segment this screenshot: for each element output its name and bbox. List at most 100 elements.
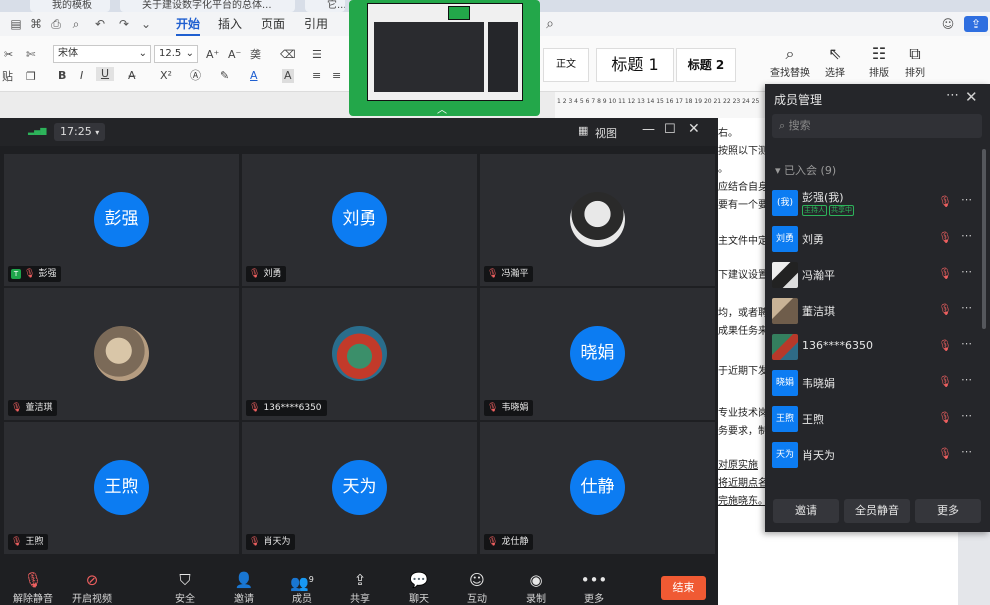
video-tile[interactable]: 🎙 冯瀚平 bbox=[480, 154, 715, 286]
maximize-icon[interactable]: ☐ bbox=[664, 122, 676, 137]
char-shading-icon[interactable]: A bbox=[282, 69, 294, 83]
video-tile[interactable]: 🎙 136****6350 bbox=[242, 288, 477, 420]
video-tile[interactable]: 王煦 🎙 王煦 bbox=[4, 422, 239, 554]
paste-button[interactable]: 贴 bbox=[2, 70, 13, 84]
member-row[interactable]: 董洁琪 🎙 ⋯ bbox=[765, 294, 983, 328]
collapse-chevron-icon[interactable]: ︿ bbox=[437, 101, 447, 116]
mic-muted-icon[interactable]: 🎙 bbox=[938, 303, 952, 316]
mic-muted-icon[interactable]: 🎙 bbox=[938, 195, 952, 208]
bullet-list-icon[interactable]: ☰ bbox=[312, 48, 322, 62]
style-heading2[interactable]: 标题 2 bbox=[676, 48, 736, 82]
member-row[interactable]: 刘勇 刘勇 🎙 ⋯ bbox=[765, 222, 983, 256]
unmute-button[interactable]: 🎙 解除静音 bbox=[8, 570, 58, 605]
font-color-icon[interactable]: A bbox=[250, 69, 258, 83]
more-dots-icon[interactable]: ⋯ bbox=[961, 409, 972, 422]
menu-home[interactable]: 开始 bbox=[176, 16, 201, 36]
menu-page[interactable]: 页面 bbox=[261, 16, 285, 32]
record-button[interactable]: ◉ 录制 bbox=[511, 570, 561, 605]
preview-icon[interactable]: ⌕ bbox=[68, 16, 84, 32]
member-row[interactable]: (我) 彭强(我) 主持人 共享中 🎙 ⋯ bbox=[765, 186, 983, 220]
doc-tab[interactable]: 关于建设数字化平台的总体... bbox=[120, 0, 295, 12]
end-meeting-button[interactable]: 结束 bbox=[661, 576, 706, 600]
mic-muted-icon[interactable]: 🎙 bbox=[938, 375, 952, 388]
underline-icon[interactable]: U bbox=[96, 67, 114, 81]
clear-format-icon[interactable]: ⌫ bbox=[280, 48, 296, 62]
panel-more-button[interactable]: 更多 bbox=[915, 499, 981, 523]
style-normal[interactable]: 正文 bbox=[543, 48, 589, 82]
mic-muted-icon[interactable]: 🎙 bbox=[938, 267, 952, 280]
align-center-icon[interactable]: ≡ bbox=[332, 69, 341, 83]
minimize-icon[interactable]: — bbox=[642, 122, 655, 137]
grid-view-icon[interactable]: ▦ bbox=[578, 124, 588, 137]
redo-icon[interactable]: ↷ bbox=[116, 16, 132, 32]
joined-section-header[interactable]: ▾ 已入会 (9) bbox=[775, 162, 836, 178]
scissors-icon[interactable]: ✄ bbox=[26, 48, 35, 62]
undo-icon[interactable]: ↶ bbox=[92, 16, 108, 32]
video-tile[interactable]: 彭强 T 🎙 彭强 bbox=[4, 154, 239, 286]
chevron-down-icon[interactable]: ⌄ bbox=[138, 16, 154, 32]
align-left-icon[interactable]: ≡ bbox=[312, 69, 321, 83]
more-dots-icon[interactable]: ⋯ bbox=[961, 337, 972, 350]
share-icon[interactable]: ⇪ bbox=[964, 16, 988, 32]
find-replace-button[interactable]: ⌕ 查找替换 bbox=[768, 44, 812, 79]
superscript-icon[interactable]: X² bbox=[160, 69, 172, 83]
share-preview-window[interactable]: ︿ bbox=[349, 0, 540, 116]
security-button[interactable]: ⛉ 安全 bbox=[160, 570, 210, 605]
close-icon[interactable]: ✕ bbox=[688, 121, 700, 137]
italic-icon[interactable]: I bbox=[80, 69, 83, 83]
invite-button[interactable]: 👤 邀请 bbox=[219, 570, 269, 605]
mic-muted-icon[interactable]: 🎙 bbox=[938, 231, 952, 244]
more-dots-icon[interactable]: ⋯ bbox=[961, 229, 972, 242]
feedback-icon[interactable]: ☺ bbox=[940, 16, 956, 32]
doc-tab[interactable]: 我的模板 bbox=[30, 0, 110, 12]
shrink-font-icon[interactable]: A⁻ bbox=[228, 48, 241, 62]
strikethrough-icon[interactable]: A̶ bbox=[128, 69, 136, 83]
link-icon[interactable]: ⌘ bbox=[28, 16, 44, 32]
interact-button[interactable]: ☺ 互动 bbox=[452, 570, 502, 605]
video-tile[interactable]: 仕静 🎙 龙仕静 bbox=[480, 422, 715, 554]
print-icon[interactable]: ⎙ bbox=[48, 16, 64, 32]
bold-icon[interactable]: B bbox=[58, 69, 66, 83]
text-effect-icon[interactable]: Ⓐ bbox=[190, 69, 201, 83]
panel-scrollbar[interactable] bbox=[982, 149, 986, 329]
member-row[interactable]: 天为 肖天为 🎙 ⋯ bbox=[765, 438, 983, 472]
members-button[interactable]: 👥9 成员 bbox=[277, 570, 327, 605]
select-button[interactable]: ⇖ 选择 bbox=[818, 44, 852, 79]
layout-button[interactable]: ☷ 排版 bbox=[862, 44, 896, 79]
file-icon[interactable]: ▤ bbox=[8, 16, 24, 32]
menu-reference[interactable]: 引用 bbox=[304, 16, 328, 32]
mic-muted-icon[interactable]: 🎙 bbox=[938, 339, 952, 352]
doc-tab[interactable]: 它... bbox=[305, 0, 345, 12]
video-tile[interactable]: 🎙 董洁琪 bbox=[4, 288, 239, 420]
search-icon[interactable]: ⌕ bbox=[542, 16, 558, 32]
member-search-input[interactable]: ⌕ 搜索 bbox=[772, 114, 982, 138]
member-row[interactable]: 136****6350 🎙 ⋯ bbox=[765, 330, 983, 364]
grow-font-icon[interactable]: A⁺ bbox=[206, 48, 219, 62]
video-tile[interactable]: 刘勇 🎙 刘勇 bbox=[242, 154, 477, 286]
video-tile[interactable]: 天为 🎙 肖天为 bbox=[242, 422, 477, 554]
more-dots-icon[interactable]: ⋯ bbox=[946, 88, 959, 103]
more-dots-icon[interactable]: ⋯ bbox=[961, 265, 972, 278]
member-row[interactable]: 王煦 王煦 🎙 ⋯ bbox=[765, 402, 983, 436]
cut-icon[interactable]: ✂ bbox=[4, 48, 13, 62]
start-video-button[interactable]: ⊘ 开启视频 bbox=[67, 570, 117, 605]
mic-muted-icon[interactable]: 🎙 bbox=[938, 447, 952, 460]
more-dots-icon[interactable]: ⋯ bbox=[961, 301, 972, 314]
arrange-button[interactable]: ⧉ 排列 bbox=[898, 44, 932, 79]
invite-button[interactable]: 邀请 bbox=[773, 499, 839, 523]
menu-insert[interactable]: 插入 bbox=[218, 16, 242, 32]
font-family-select[interactable]: 宋体 ⌄ bbox=[53, 45, 151, 63]
member-row[interactable]: 冯瀚平 🎙 ⋯ bbox=[765, 258, 983, 292]
highlight-icon[interactable]: ✎ bbox=[220, 69, 229, 83]
more-button[interactable]: ••• 更多 bbox=[569, 570, 619, 605]
share-button[interactable]: ⇪ 共享 bbox=[335, 570, 385, 605]
font-size-select[interactable]: 12.5 ⌄ bbox=[154, 45, 198, 63]
more-dots-icon[interactable]: ⋯ bbox=[961, 373, 972, 386]
phonetic-icon[interactable]: 䶮 bbox=[250, 48, 261, 62]
view-label[interactable]: 视图 bbox=[595, 125, 617, 141]
mute-all-button[interactable]: 全员静音 bbox=[844, 499, 910, 523]
more-dots-icon[interactable]: ⋯ bbox=[961, 445, 972, 458]
member-row[interactable]: 晓娟 韦晓娟 🎙 ⋯ bbox=[765, 366, 983, 400]
video-tile[interactable]: 晓娟 🎙 韦晓娟 bbox=[480, 288, 715, 420]
copy-icon[interactable]: ❐ bbox=[26, 70, 36, 84]
